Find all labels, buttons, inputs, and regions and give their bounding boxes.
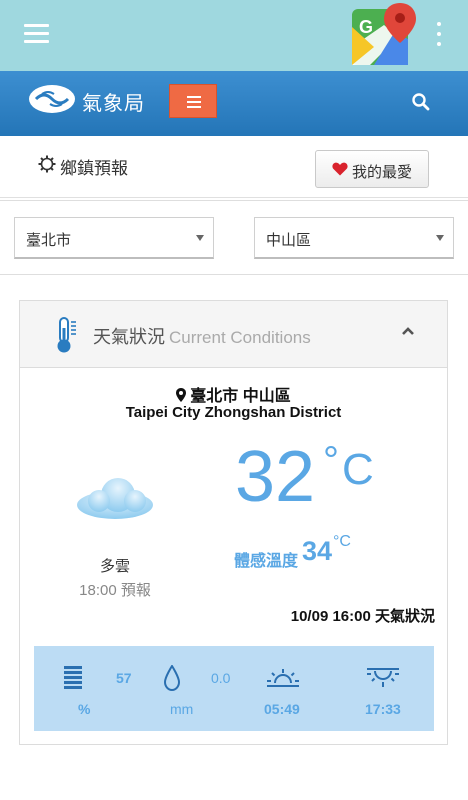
raindrop-icon	[163, 664, 181, 696]
location-zh: 臺北市 中山區	[20, 382, 447, 406]
feels-like-unit: °C	[333, 533, 351, 550]
rain-unit: mm	[170, 701, 194, 717]
favorites-button[interactable]: 我的最愛	[315, 150, 429, 188]
more-vert-icon[interactable]	[433, 22, 445, 48]
chevron-down-icon	[436, 235, 444, 241]
town-forecast-label[interactable]: 鄉鎮預報	[60, 154, 128, 179]
card-header[interactable]: 天氣狀況 Current Conditions	[20, 301, 447, 368]
sunset-icon	[366, 666, 400, 693]
district-select-value: 中山區	[266, 232, 312, 249]
heart-icon	[332, 162, 348, 176]
chevron-up-icon[interactable]	[401, 323, 415, 335]
stats-bar: 57 % 0.0 mm 05:49 17:33	[34, 646, 434, 731]
app-bar: G	[0, 0, 468, 71]
sunrise-time: 05:49	[264, 701, 300, 717]
temperature-unit: C	[342, 445, 374, 494]
observation-time: 10/09 16:00 天氣狀況	[290, 608, 435, 625]
hamburger-icon[interactable]	[24, 24, 49, 44]
card-title-en: Current Conditions	[169, 328, 311, 347]
humidity-unit: %	[78, 701, 91, 717]
condition-text: 多雲	[99, 558, 130, 575]
card-title: 天氣狀況 Current Conditions	[93, 323, 311, 349]
district-select[interactable]: 中山區	[254, 217, 454, 259]
feels-like-value: 34	[302, 536, 333, 566]
location-zh-text: 臺北市 中山區	[190, 388, 291, 405]
humidity-value: 57	[116, 670, 132, 686]
town-forecast-row: 鄉鎮預報 我的最愛	[0, 136, 468, 198]
feels-like-label: 體感溫度	[234, 553, 299, 570]
cloudy-icon	[75, 473, 155, 523]
city-select-value: 臺北市	[26, 232, 72, 249]
site-header: 氣象局	[0, 71, 468, 136]
rain-value: 0.0	[211, 670, 231, 686]
favorites-label: 我的最愛	[352, 164, 413, 181]
thermometer-icon	[56, 316, 78, 354]
forecast-time: 18:00 預報	[79, 582, 151, 599]
degree-symbol: °	[323, 439, 339, 483]
chevron-down-icon	[196, 235, 204, 241]
card-title-zh: 天氣狀況	[93, 327, 165, 347]
menu-button[interactable]	[169, 84, 217, 118]
cwb-logo[interactable]	[28, 84, 76, 114]
city-select[interactable]: 臺北市	[14, 217, 214, 259]
temperature-value: 32	[235, 437, 316, 517]
location-selects: 臺北市 中山區	[0, 200, 468, 275]
humidity-bars-icon	[64, 666, 82, 697]
feels-like-unit-letter: C	[339, 533, 351, 550]
svg-text:G: G	[359, 17, 373, 37]
current-conditions-card: 天氣狀況 Current Conditions 臺北市 中山區 Taipei Ci…	[19, 300, 448, 745]
location-en: Taipei City Zhongshan District	[125, 404, 342, 421]
search-icon[interactable]	[410, 91, 432, 113]
google-maps-icon[interactable]: G	[350, 3, 416, 69]
sunset-time: 17:33	[365, 701, 401, 717]
brand-title[interactable]: 氣象局	[82, 87, 145, 116]
map-pin-icon	[176, 388, 187, 402]
sunrise-icon	[266, 668, 300, 695]
gear-icon	[38, 155, 56, 173]
